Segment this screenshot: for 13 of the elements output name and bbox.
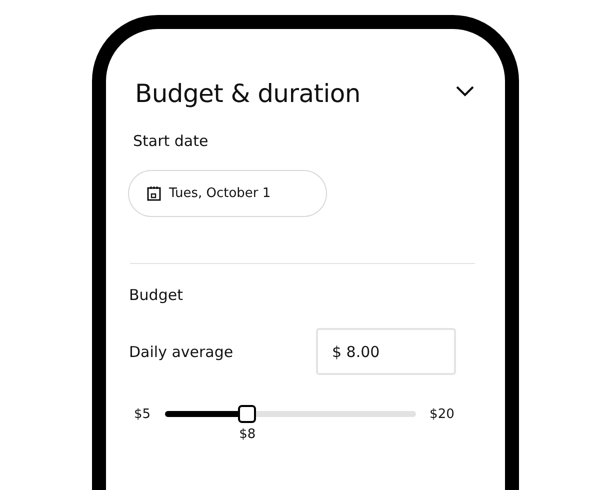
daily-average-label: Daily average (128, 342, 234, 360)
daily-average-field[interactable]: $ 8.00 (316, 328, 456, 375)
date-button[interactable]: Tues, October 1 (128, 170, 327, 217)
start-date-label: Start date (132, 132, 210, 150)
slider-min-label: $5 (134, 406, 151, 422)
chevron-icon[interactable] (455, 85, 475, 97)
budget-slider[interactable] (164, 405, 416, 423)
budget-heading: Budget (128, 286, 184, 304)
panel-title: Budget & duration (135, 79, 360, 108)
slider-value-label: $8 (239, 427, 256, 442)
calendar-icon (147, 186, 161, 201)
slider-thumb[interactable] (238, 405, 256, 423)
slider-max-label: $20 (430, 406, 454, 422)
